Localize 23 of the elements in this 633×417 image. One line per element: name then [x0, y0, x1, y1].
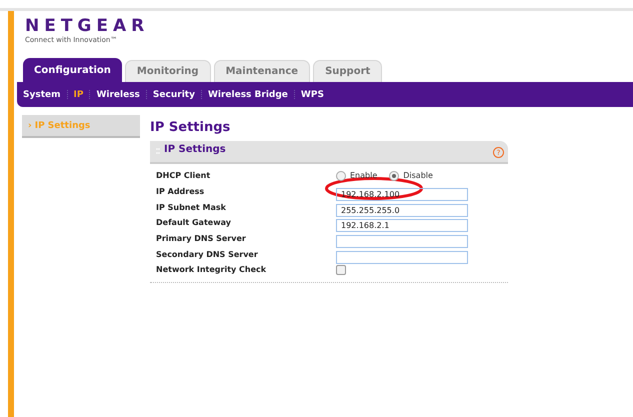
sub-navigation-link[interactable]: Wireless — [96, 90, 140, 100]
logo: NETGEAR — [25, 16, 150, 36]
field-label: Primary DNS Server — [156, 234, 247, 244]
sub-navigation-link[interactable]: Wireless Bridge — [208, 90, 288, 100]
input-field[interactable]: 255.255.255.0 — [336, 204, 468, 217]
field-label: DHCP Client — [156, 171, 212, 180]
sub-navigation-link[interactable]: System — [23, 90, 60, 100]
field-label: Secondary DNS Server — [156, 250, 259, 259]
input-field[interactable]: 192.168.2.1 — [336, 219, 468, 232]
panel-title: IP Settings — [164, 144, 227, 155]
sub-navigation-link[interactable]: WPS — [300, 90, 324, 100]
radio-label: Disable — [403, 171, 433, 180]
field-label: Default Gateway — [156, 218, 232, 228]
sub-navigation-link[interactable]: IP — [74, 90, 84, 100]
tab[interactable]: Monitoring — [124, 60, 211, 82]
page-title: IP Settings — [150, 118, 232, 136]
field-label: IP Address — [156, 187, 206, 196]
tab[interactable]: Maintenance — [214, 60, 310, 82]
field-label: Network Integrity Check — [156, 265, 268, 274]
tab[interactable]: Support — [313, 60, 382, 82]
tab[interactable]: Configuration — [23, 58, 122, 82]
sub-navigation-link[interactable]: Security — [152, 90, 195, 100]
field-label: IP Subnet Mask — [156, 202, 227, 212]
